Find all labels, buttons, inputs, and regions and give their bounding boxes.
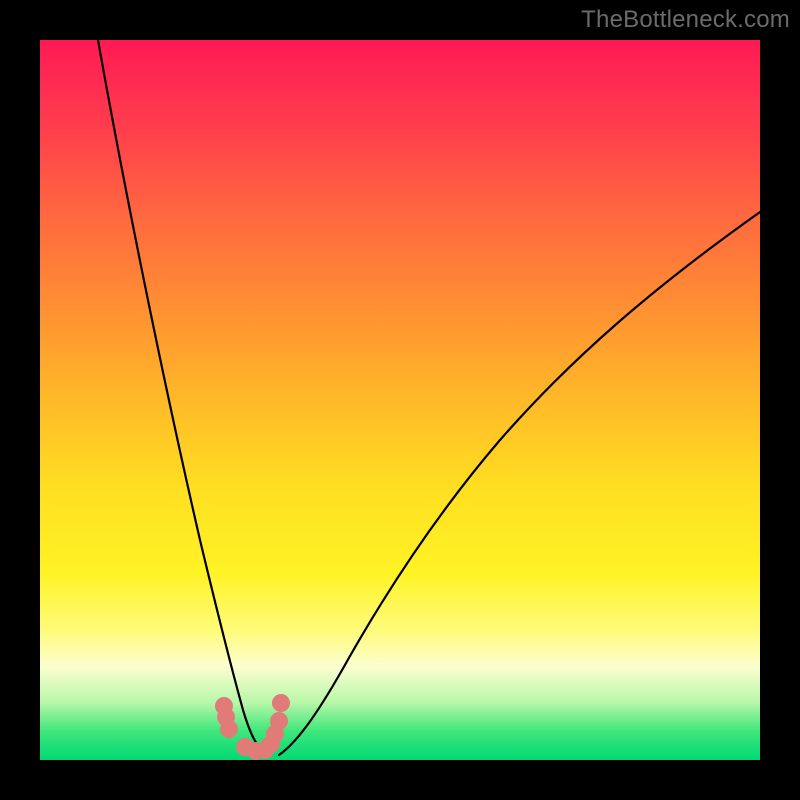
chart-frame: TheBottleneck.com	[0, 0, 800, 800]
watermark-text: TheBottleneck.com	[581, 6, 790, 34]
curve-left-branch	[98, 40, 263, 752]
valley-dots	[215, 694, 290, 760]
curve-right-branch	[279, 212, 760, 755]
plot-area	[40, 40, 760, 760]
curve-layer	[40, 40, 760, 760]
